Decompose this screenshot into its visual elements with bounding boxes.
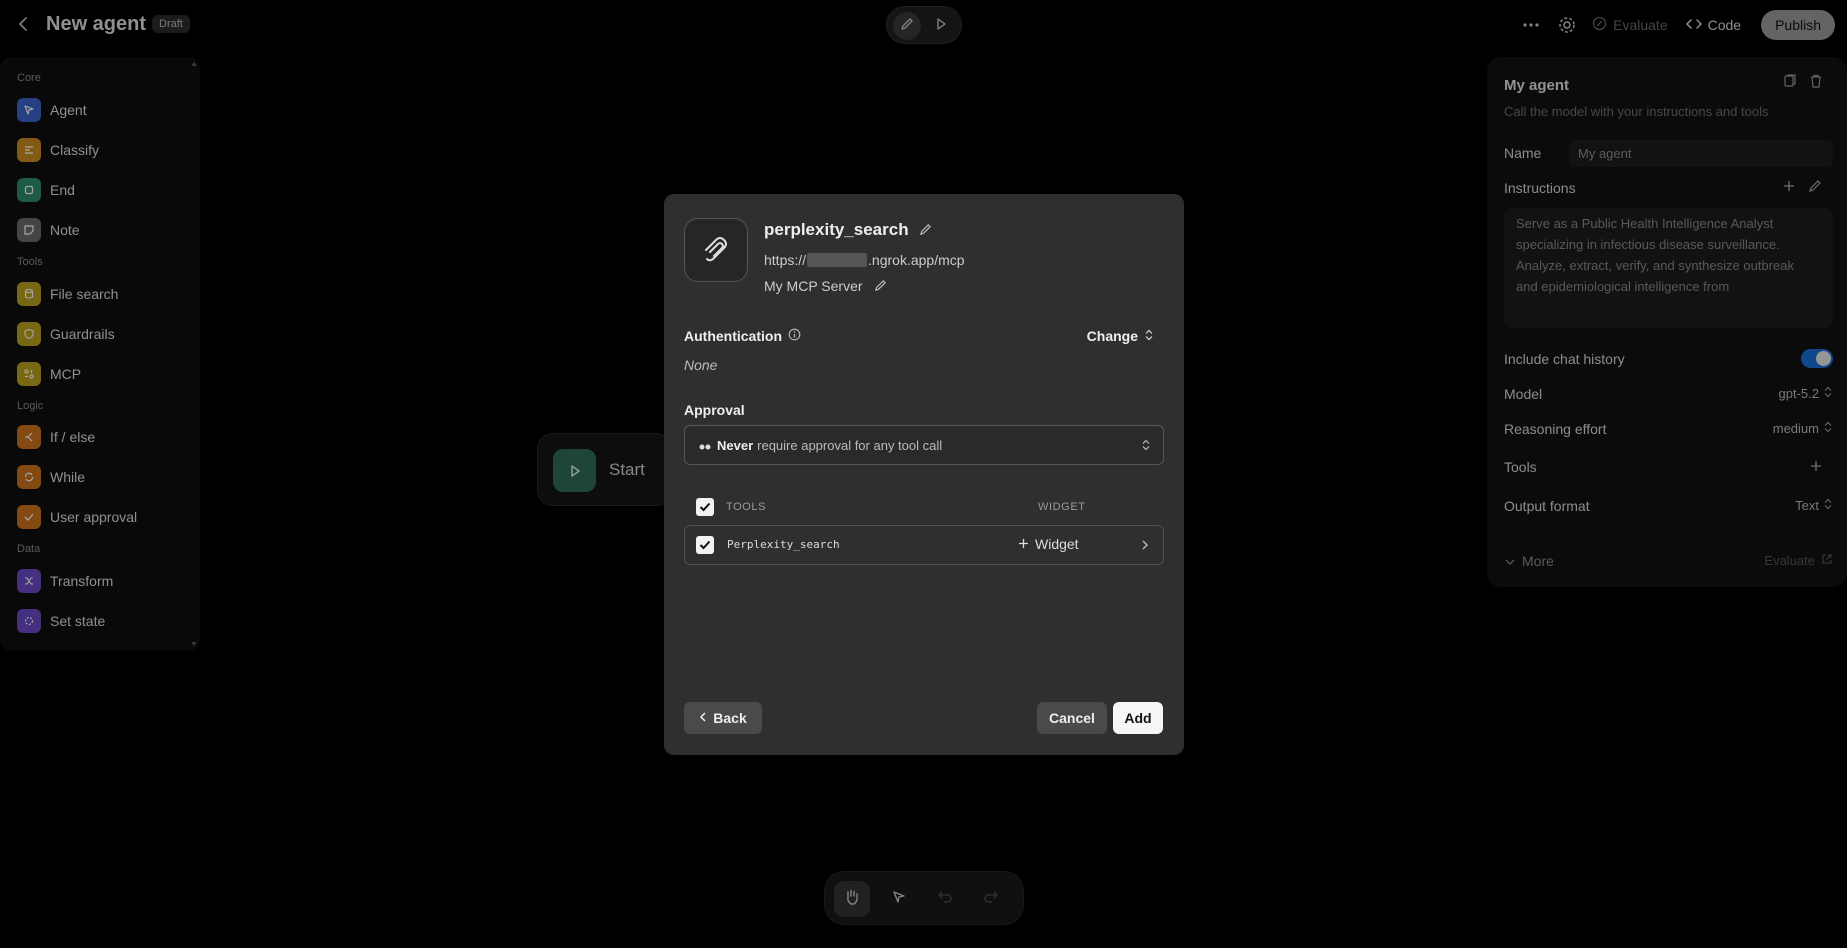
approval-dots-icon bbox=[699, 438, 711, 453]
chevron-left-icon bbox=[699, 710, 707, 726]
widget-column-header: WIDGET bbox=[1038, 501, 1086, 513]
mcp-server-icon bbox=[684, 218, 748, 282]
pencil-icon[interactable] bbox=[874, 279, 887, 295]
mcp-server-dialog: perplexity_search https:// .ngrok.app/mc… bbox=[664, 194, 1184, 755]
authentication-label-text: Authentication bbox=[684, 328, 782, 344]
server-url-prefix: https:// bbox=[764, 252, 807, 268]
server-name: perplexity_search bbox=[764, 220, 932, 241]
chevron-updown-icon bbox=[1144, 328, 1154, 344]
plus-icon bbox=[1018, 536, 1029, 552]
server-name-text: perplexity_search bbox=[764, 220, 909, 239]
chevron-right-icon[interactable] bbox=[1141, 538, 1149, 556]
approval-select[interactable]: Never require approval for any tool call bbox=[684, 425, 1164, 465]
cancel-button[interactable]: Cancel bbox=[1037, 702, 1107, 734]
server-url: https:// .ngrok.app/mcp bbox=[764, 252, 965, 268]
approval-strong: Never bbox=[717, 437, 754, 453]
add-widget-button[interactable]: Widget bbox=[1018, 536, 1079, 552]
tool-name: Perplexity_search bbox=[727, 538, 840, 551]
approval-rest: require approval for any tool call bbox=[757, 437, 943, 453]
server-label-text: My MCP Server bbox=[764, 278, 863, 294]
change-label: Change bbox=[1086, 328, 1138, 344]
chevron-updown-icon bbox=[1141, 439, 1151, 454]
tool-checkbox[interactable] bbox=[696, 536, 714, 554]
authentication-label: Authentication bbox=[684, 328, 801, 344]
add-button[interactable]: Add bbox=[1113, 702, 1163, 734]
tools-table-header: TOOLS WIDGET bbox=[684, 495, 1164, 519]
pencil-icon[interactable] bbox=[919, 221, 932, 240]
tools-column-header: TOOLS bbox=[726, 501, 767, 513]
select-all-checkbox[interactable] bbox=[696, 498, 714, 516]
server-label: My MCP Server bbox=[764, 278, 887, 295]
info-icon[interactable] bbox=[788, 328, 801, 344]
approval-label: Approval bbox=[684, 402, 745, 418]
back-button[interactable]: Back bbox=[684, 702, 762, 734]
change-auth-button[interactable]: Change bbox=[1087, 328, 1154, 344]
redacted-block bbox=[807, 253, 868, 267]
server-url-suffix: .ngrok.app/mcp bbox=[868, 252, 965, 268]
widget-label: Widget bbox=[1035, 536, 1079, 552]
tool-row[interactable]: Perplexity_search Widget bbox=[684, 525, 1164, 565]
auth-value: None bbox=[684, 357, 718, 373]
back-label: Back bbox=[713, 710, 747, 726]
